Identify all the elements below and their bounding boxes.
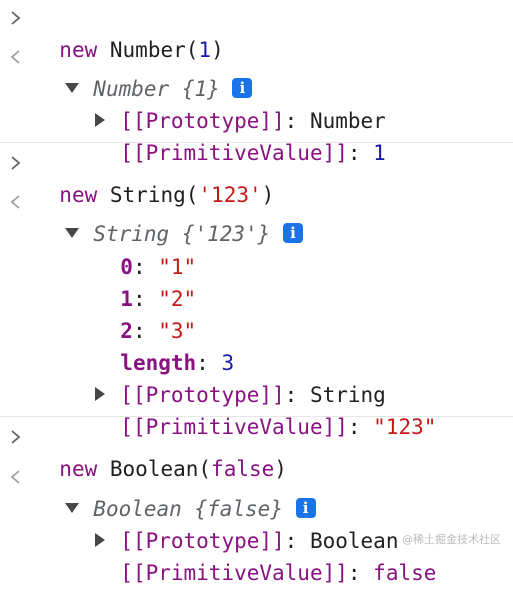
primitive-row: [[PrimitiveValue]]: "123": [120, 415, 437, 439]
chevron-right-icon: [10, 147, 26, 179]
chevron-right-icon: [10, 2, 26, 34]
primitive-key: [[PrimitiveValue]]: [120, 561, 348, 585]
chevron-left-icon: [10, 461, 26, 493]
divider: [0, 142, 513, 143]
property-row: 2: "3": [120, 319, 197, 343]
primitive-value: 1: [373, 141, 386, 165]
property-row: length: 3: [120, 351, 235, 375]
primitive-value: false: [373, 561, 437, 585]
console-output-row[interactable]: String {'123'} i: [0, 186, 303, 246]
console-input-row[interactable]: new Boolean(false): [0, 421, 287, 481]
chevron-left-icon: [10, 186, 26, 218]
console-output-row[interactable]: Boolean {false} i: [0, 461, 316, 521]
prototype-row[interactable]: [[Prototype]]: String: [0, 347, 386, 407]
info-icon[interactable]: i: [282, 223, 303, 243]
prototype-row[interactable]: [[Prototype]]: Boolean: [0, 493, 398, 553]
chevron-right-icon: [10, 421, 26, 453]
primitive-row: [[PrimitiveValue]]: false: [120, 561, 437, 585]
property-row: 1: "2": [120, 287, 197, 311]
console-input-row[interactable]: new String('123'): [0, 147, 274, 207]
primitive-value: "123": [373, 415, 437, 439]
prototype-row[interactable]: [[Prototype]]: Number: [0, 73, 386, 133]
primitive-row: [[PrimitiveValue]]: 1: [120, 141, 386, 165]
chevron-left-icon: [10, 41, 26, 73]
watermark: @稀土掘金技术社区: [402, 533, 501, 546]
divider: [0, 416, 513, 417]
property-row: 0: "1": [120, 255, 197, 279]
console-input-row[interactable]: new Number(1): [0, 2, 224, 62]
console-output-row[interactable]: Number {1} i: [0, 41, 253, 101]
